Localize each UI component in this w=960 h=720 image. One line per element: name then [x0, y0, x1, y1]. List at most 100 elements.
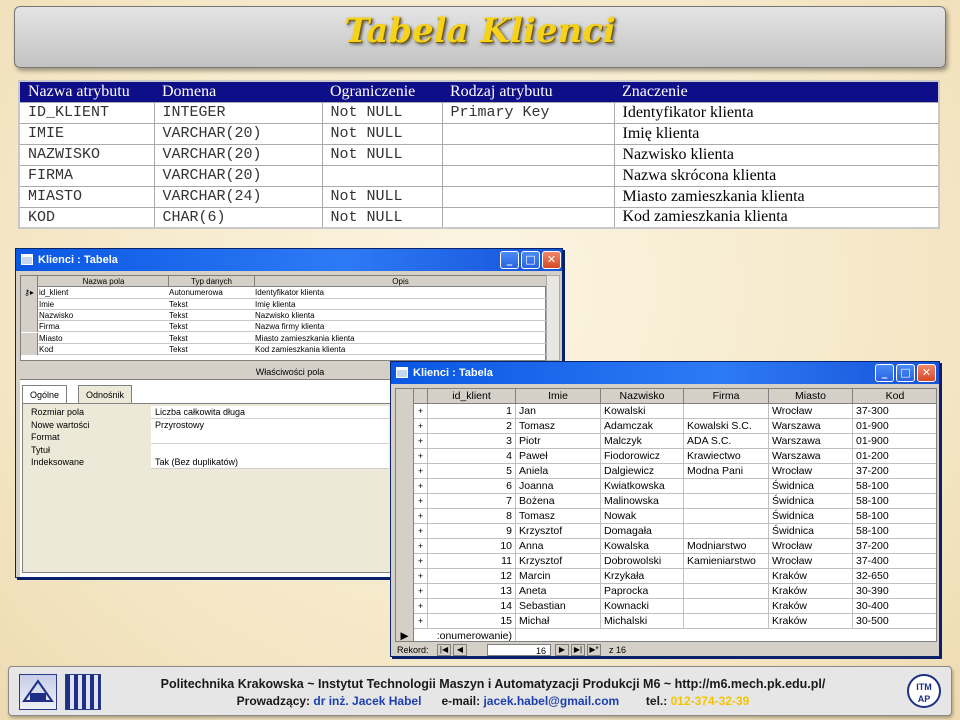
cell[interactable]: 30-400 [853, 599, 936, 614]
cell[interactable]: Michał [516, 614, 601, 629]
cell[interactable]: Joanna [516, 479, 601, 494]
expand-plus-icon[interactable]: + [414, 509, 428, 524]
cell[interactable]: 6 [428, 479, 516, 494]
table-row[interactable]: +9 Krzysztof Domagała Świdnica 58-100 [396, 524, 936, 539]
tab-lookup[interactable]: Odnośnik [78, 385, 133, 403]
cell[interactable]: Wrocław [769, 554, 853, 569]
row-selector[interactable] [396, 539, 414, 554]
cell[interactable]: Marcin [516, 569, 601, 584]
cell[interactable]: Adamczak [601, 419, 684, 434]
cell[interactable]: Kraków [769, 614, 853, 629]
cell[interactable]: Dobrowolski [601, 554, 684, 569]
cell[interactable]: 30-500 [853, 614, 936, 629]
cell[interactable]: Kraków [769, 599, 853, 614]
cell[interactable] [684, 584, 769, 599]
cell[interactable]: 37-400 [853, 554, 936, 569]
cell[interactable]: 32-650 [853, 569, 936, 584]
datasheet-grid[interactable]: id_klient Imie Nazwisko Firma Miasto Kod +1 Jan… [395, 388, 937, 642]
row-selector[interactable] [396, 584, 414, 599]
cell[interactable]: 9 [428, 524, 516, 539]
row-selector[interactable] [396, 569, 414, 584]
column-header[interactable]: Miasto [769, 389, 853, 404]
cell[interactable]: 58-100 [853, 479, 936, 494]
cell[interactable]: Fiodorowicz [601, 449, 684, 464]
expand-plus-icon[interactable]: + [414, 464, 428, 479]
row-selector[interactable] [396, 464, 414, 479]
cell[interactable]: Kowalski [601, 404, 684, 419]
table-row[interactable]: +10 Anna Kowalska Modniarstwo Wrocław 37-200 [396, 539, 936, 554]
cell[interactable]: Warszawa [769, 449, 853, 464]
table-row[interactable]: +7 Bożena Malinowska Świdnica 58-100 [396, 494, 936, 509]
field-type[interactable]: Tekst [169, 333, 255, 344]
minimize-button[interactable]: _ [875, 364, 894, 382]
cell[interactable]: Warszawa [769, 419, 853, 434]
expand-plus-icon[interactable]: + [414, 524, 428, 539]
cell[interactable]: Malinowska [601, 494, 684, 509]
last-record-button[interactable]: ▶| [571, 644, 585, 656]
maximize-button[interactable]: □ [521, 251, 540, 269]
row-selector[interactable] [396, 509, 414, 524]
cell[interactable]: 2 [428, 419, 516, 434]
row-selector[interactable] [396, 614, 414, 629]
row-selector[interactable] [396, 434, 414, 449]
maximize-button[interactable]: □ [896, 364, 915, 382]
cell[interactable]: Świdnica [769, 494, 853, 509]
column-header[interactable]: Kod [853, 389, 936, 404]
cell[interactable]: Anna [516, 539, 601, 554]
row-selector[interactable] [396, 449, 414, 464]
expand-plus-icon[interactable]: + [414, 569, 428, 584]
cell[interactable]: 58-100 [853, 509, 936, 524]
design-window-titlebar[interactable]: Klienci : Tabela _ □ ✕ [16, 249, 562, 271]
expand-plus-icon[interactable]: + [414, 584, 428, 599]
cell[interactable] [684, 569, 769, 584]
cell[interactable]: 37-200 [853, 539, 936, 554]
table-row[interactable]: +1 Jan Kowalski Wrocław 37-300 [396, 404, 936, 419]
cell[interactable] [684, 599, 769, 614]
property-row[interactable]: Tytuł [27, 443, 389, 457]
cell[interactable]: Sebastian [516, 599, 601, 614]
field-description[interactable]: Kod zamieszkania klienta [255, 344, 547, 355]
row-selector[interactable] [396, 554, 414, 569]
email-link[interactable]: jacek.habel@gmail.com [483, 694, 619, 708]
cell[interactable]: Krawiectwo [684, 449, 769, 464]
cell[interactable]: 11 [428, 554, 516, 569]
cell[interactable]: Świdnica [769, 479, 853, 494]
close-button[interactable]: ✕ [917, 364, 936, 382]
table-row[interactable]: +4 Paweł Fiodorowicz Krawiectwo Warszawa 01-2… [396, 449, 936, 464]
field-name[interactable]: Imie [39, 299, 169, 310]
expand-plus-icon[interactable]: + [414, 449, 428, 464]
datasheet-window[interactable]: Klienci : Tabela _ □ ✕ id_klient Imie Nazw… [390, 361, 940, 657]
cell[interactable]: 3 [428, 434, 516, 449]
expand-plus-icon[interactable]: + [414, 404, 428, 419]
field-description[interactable]: Nazwisko klienta [255, 310, 547, 321]
field-description[interactable]: Nazwa firmy klienta [255, 321, 547, 332]
cell[interactable]: 01-900 [853, 419, 936, 434]
cell[interactable]: 7 [428, 494, 516, 509]
next-record-button[interactable]: ▶ [555, 644, 569, 656]
expand-plus-icon[interactable]: + [414, 479, 428, 494]
cell[interactable]: Paprocka [601, 584, 684, 599]
previous-record-button[interactable]: ◀ [453, 644, 467, 656]
row-selector[interactable] [396, 479, 414, 494]
cell[interactable] [684, 524, 769, 539]
cell[interactable]: 30-390 [853, 584, 936, 599]
cell[interactable]: 13 [428, 584, 516, 599]
cell[interactable]: 10 [428, 539, 516, 554]
new-record-id[interactable]: :onumerowanie) [428, 629, 516, 641]
field-name[interactable]: Nazwisko [39, 310, 169, 321]
field-type[interactable]: Tekst [169, 310, 255, 321]
field-type[interactable]: Tekst [169, 299, 255, 310]
cell[interactable]: 01-900 [853, 434, 936, 449]
table-row[interactable]: +3 Piotr Malczyk ADA S.C. Warszawa 01-900 [396, 434, 936, 449]
row-selector[interactable] [396, 419, 414, 434]
cell[interactable]: Kowalska [601, 539, 684, 554]
cell[interactable]: Wrocław [769, 539, 853, 554]
expand-plus-icon[interactable]: + [414, 599, 428, 614]
property-row[interactable]: Nowe wartości Przyrostowy [27, 418, 389, 432]
new-record-row[interactable]: ▶:onumerowanie) [396, 629, 936, 641]
property-value[interactable] [151, 443, 389, 457]
table-row[interactable]: +13 Aneta Paprocka Kraków 30-390 [396, 584, 936, 599]
close-button[interactable]: ✕ [542, 251, 561, 269]
cell[interactable]: Modna Pani [684, 464, 769, 479]
field-name[interactable]: Kod [39, 344, 169, 355]
